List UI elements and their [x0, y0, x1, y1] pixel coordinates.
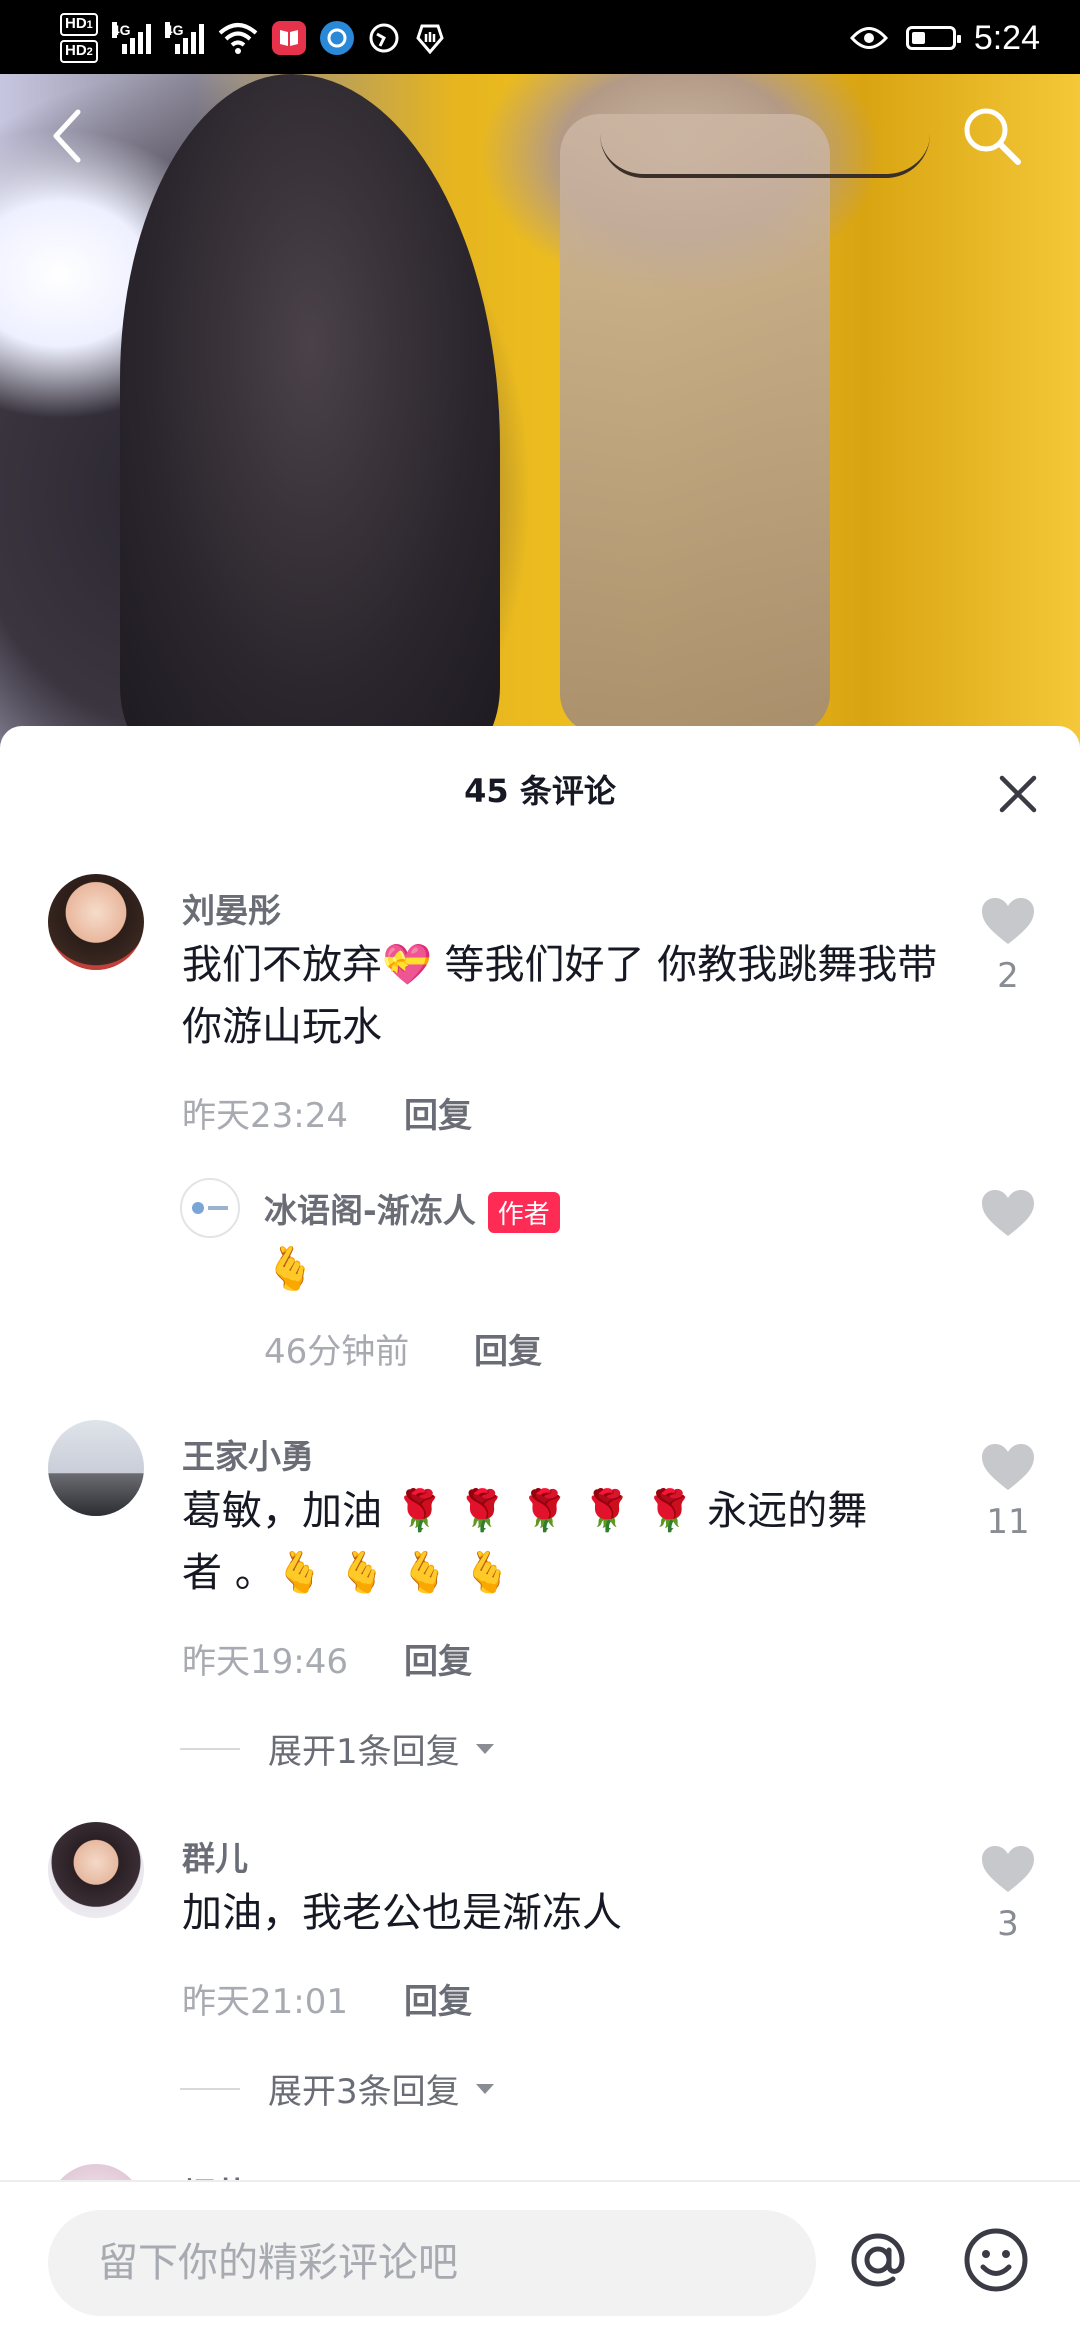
hand-icon	[416, 24, 444, 54]
wifi-icon	[218, 23, 258, 54]
caret-down-icon	[475, 1743, 494, 1754]
comment-username[interactable]: 王家小勇	[182, 1430, 314, 1478]
reply-time: 46分钟前	[264, 1332, 410, 1372]
chevron-left-icon	[53, 109, 81, 163]
hd2-badge: HD2	[60, 40, 98, 63]
close-icon	[999, 775, 1037, 813]
video-player[interactable]	[0, 74, 1080, 754]
battery-icon	[905, 26, 961, 50]
like-button[interactable]	[978, 1188, 1038, 1242]
signal-2-icon: 4G	[164, 22, 204, 54]
search-icon	[964, 108, 1021, 165]
clock: 5:24	[973, 18, 1040, 57]
reply-button[interactable]: 回复	[404, 1634, 472, 1683]
like-count: 11	[986, 1502, 1030, 1542]
caret-down-icon	[475, 2083, 494, 2094]
heart-icon	[982, 1190, 1034, 1236]
globe-icon	[369, 23, 399, 53]
signal-icon: 4G	[111, 22, 151, 54]
comment-time: 昨天21:01	[182, 1982, 348, 2022]
status-bar: HD1 HD2 4G 4G 5:24	[0, 0, 1080, 74]
like-button[interactable]: 3	[978, 1844, 1038, 1944]
reply-username[interactable]: 冰语阁-渐冻人 作者	[264, 1184, 560, 1233]
comments-count-title: 45 条评论	[464, 772, 616, 810]
video-frame-detail	[560, 114, 830, 734]
comment-text: 葛敏，加油 🌹 🌹 🌹 🌹 🌹 永远的舞 者 。🫰 🫰 🫰 🫰	[182, 1488, 868, 1596]
like-button[interactable]: 2	[978, 896, 1038, 996]
back-button[interactable]	[28, 96, 108, 176]
mention-button[interactable]	[838, 2220, 918, 2300]
search-button[interactable]	[952, 96, 1032, 176]
reply-button[interactable]: 回复	[404, 1974, 472, 2023]
browser-app-icon	[319, 21, 354, 55]
expand-replies-label: 展开1条回复	[268, 1732, 460, 1772]
book-app-icon	[271, 21, 306, 55]
emoji-icon	[964, 2228, 1028, 2292]
like-count: 3	[997, 1904, 1019, 1944]
divider	[180, 1747, 240, 1750]
comment-username[interactable]: 刘晏彤	[182, 884, 281, 932]
comments-sheet: 45 条评论 刘晏彤 我们不放弃💝 等我们好了 你教我跳舞我带你游山玩水 昨天2…	[0, 726, 1080, 2340]
like-button[interactable]: 11	[978, 1442, 1038, 1542]
comment-text: 我们不放弃💝 等我们好了 你教我跳舞我带你游山玩水	[182, 942, 938, 1050]
avatar[interactable]	[48, 874, 144, 970]
like-count: 2	[997, 956, 1019, 996]
author-badge: 作者	[487, 1192, 560, 1233]
comment-time: 昨天19:46	[182, 1642, 348, 1682]
reply-button[interactable]: 回复	[404, 1088, 472, 1137]
video-frame-glasses	[600, 134, 930, 178]
video-frame-figure	[120, 74, 500, 754]
heart-icon	[982, 1444, 1034, 1490]
avatar[interactable]	[48, 1822, 144, 1918]
hd1-badge: HD1	[60, 13, 98, 36]
reply-button[interactable]: 回复	[474, 1324, 542, 1373]
divider	[180, 2087, 240, 2090]
reply-text: 🫰	[264, 1244, 317, 1293]
heart-icon	[982, 898, 1034, 944]
close-button[interactable]	[990, 766, 1046, 822]
comment-text: 加油，我老公也是渐冻人	[182, 1890, 622, 1936]
emoji-button[interactable]	[956, 2220, 1036, 2300]
comment-input-bar	[0, 2180, 1080, 2342]
comment-time: 昨天23:24	[182, 1096, 348, 1136]
comment-input[interactable]	[48, 2210, 816, 2316]
expand-replies-button[interactable]: 展开1条回复	[180, 1724, 496, 1773]
expand-replies-label: 展开3条回复	[268, 2072, 460, 2112]
reply-avatar[interactable]	[180, 1178, 240, 1238]
eye-icon	[849, 27, 888, 49]
expand-replies-button[interactable]: 展开3条回复	[180, 2064, 496, 2113]
logo-icon	[192, 1202, 228, 1214]
heart-icon	[982, 1846, 1034, 1892]
at-icon	[851, 2233, 905, 2287]
comment-username[interactable]: 群儿	[182, 1832, 248, 1880]
avatar[interactable]	[48, 1420, 144, 1516]
